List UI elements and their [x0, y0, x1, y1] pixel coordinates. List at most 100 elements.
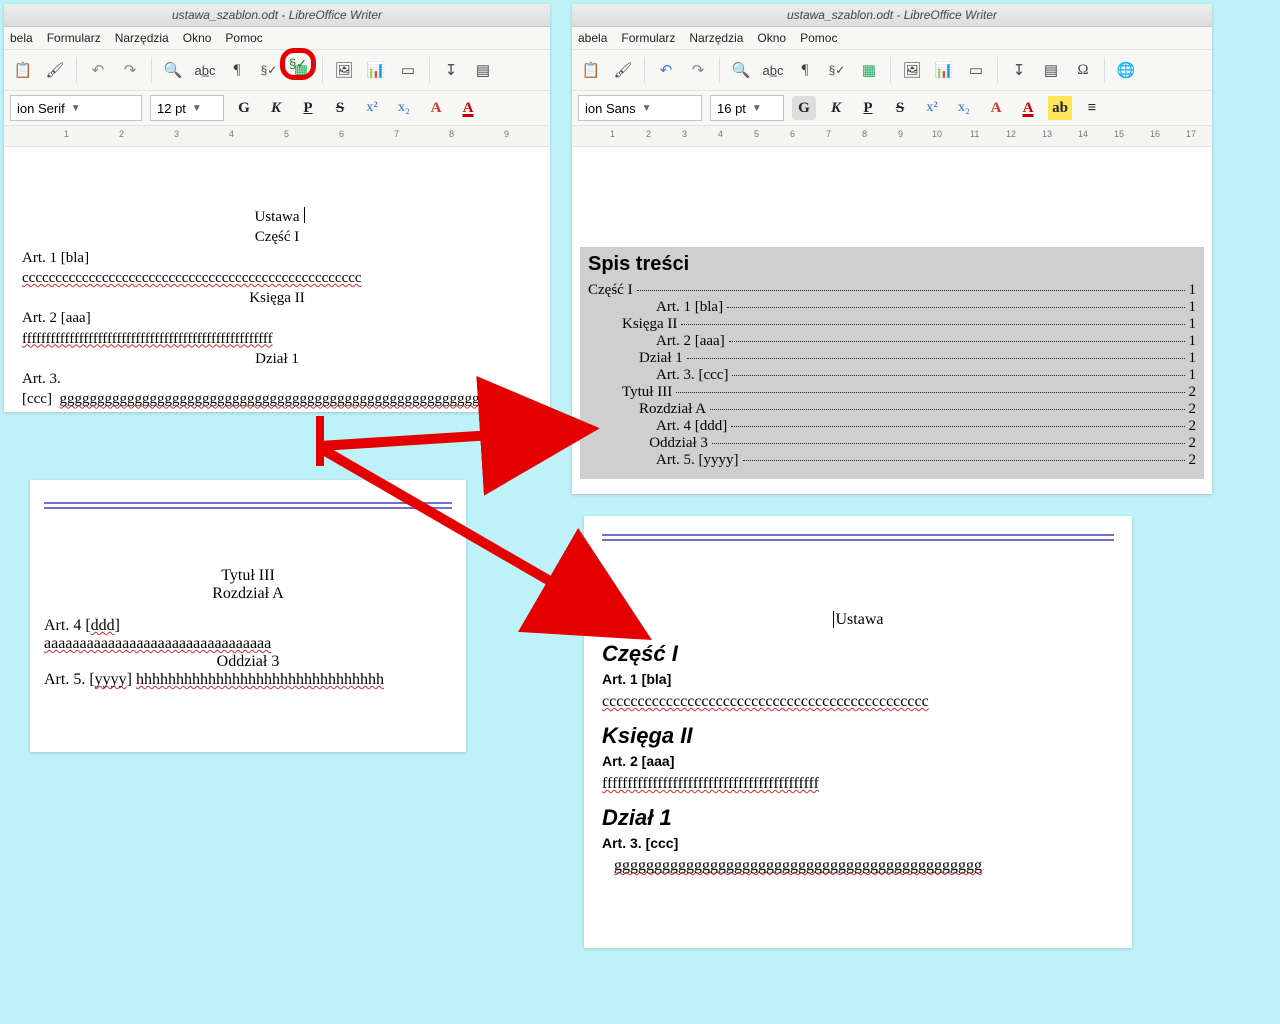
- header-divider: [44, 502, 452, 509]
- superscript-button[interactable]: x²: [920, 96, 944, 120]
- titlebar: ustawa_szablon.odt - LibreOffice Writer: [572, 4, 1212, 27]
- toc-row: Oddział 32: [588, 435, 1196, 452]
- format-paint-icon[interactable]: 🖌: [610, 57, 636, 83]
- subscript-button[interactable]: x₂: [952, 96, 976, 120]
- image-icon[interactable]: 🖼: [331, 57, 357, 83]
- legal-numbering-icon[interactable]: §✓: [256, 57, 282, 83]
- separator: [322, 57, 323, 83]
- doc-title: Ustawa: [602, 611, 1114, 629]
- body-text: aaaaaaaaaaaaaaaaaaaaaaaaaaaaaaaa: [44, 635, 452, 653]
- toc-row: Dział 11: [588, 350, 1196, 367]
- spellcheck-icon[interactable]: ab̲c: [192, 57, 218, 83]
- italic-button[interactable]: K: [264, 96, 288, 120]
- font-color-button[interactable]: A: [456, 96, 480, 120]
- toc-row: Art. 5. [yyyy]2: [588, 452, 1196, 469]
- toc-row: Część I1: [588, 282, 1196, 299]
- chart-icon[interactable]: 📊: [931, 57, 957, 83]
- undo-icon[interactable]: ↶: [653, 57, 679, 83]
- field-icon[interactable]: ▤: [470, 57, 496, 83]
- paste-icon[interactable]: 📋: [10, 57, 36, 83]
- cursor: [304, 207, 305, 223]
- pagebreak-icon[interactable]: ↧: [1006, 57, 1032, 83]
- toolbar-main: 📋 🖌 ↶ ↷ 🔍 ab̲c ¶ §✓ ▦ 🖼 📊 ▭ ↧ ▤ Ω 🌐: [572, 50, 1212, 91]
- toc-row: Rozdział A2: [588, 401, 1196, 418]
- body-text: ffffffffffffffffffffffffffffffffffffffff…: [22, 329, 532, 349]
- textbox-icon[interactable]: ▭: [395, 57, 421, 83]
- heading-art2: Art. 2 [aaa]: [22, 308, 532, 328]
- menu-item[interactable]: Okno: [183, 27, 212, 49]
- heading-art2: Art. 2 [aaa]: [602, 753, 1114, 769]
- heading-ksiega: Księga II: [22, 288, 532, 308]
- menu-item[interactable]: Narzędzia: [115, 27, 169, 49]
- align-button[interactable]: ≡: [1080, 96, 1104, 120]
- menu-item[interactable]: Narzędzia: [689, 27, 743, 49]
- redo-icon[interactable]: ↷: [685, 57, 711, 83]
- menu-item[interactable]: Formularz: [621, 27, 675, 49]
- heading-art4: Art. 4 [ddd]: [44, 617, 452, 635]
- heading-ksiega: Księga II: [602, 723, 1114, 749]
- formatting-marks-icon[interactable]: ¶: [224, 57, 250, 83]
- menu-item[interactable]: Formularz: [47, 27, 101, 49]
- redo-icon[interactable]: ↷: [117, 57, 143, 83]
- legal-numbering-icon[interactable]: §✓: [824, 57, 850, 83]
- table-icon[interactable]: ▦: [856, 57, 882, 83]
- strike-button[interactable]: S: [328, 96, 352, 120]
- toc-row: Art. 4 [ddd]2: [588, 418, 1196, 435]
- font-size-combo[interactable]: 16 pt ▼: [710, 95, 784, 121]
- image-icon[interactable]: 🖼: [899, 57, 925, 83]
- find-icon[interactable]: 🔍: [160, 57, 186, 83]
- hyperlink-icon[interactable]: 🌐: [1113, 57, 1139, 83]
- find-icon[interactable]: 🔍: [728, 57, 754, 83]
- spellcheck-icon[interactable]: ab̲c: [760, 57, 786, 83]
- separator: [1104, 57, 1105, 83]
- window-bottomleft: Tytuł III Rozdział A Art. 4 [ddd] aaaaaa…: [30, 480, 466, 752]
- menubar[interactable]: bela Formularz Narzędzia Okno Pomoc: [4, 27, 550, 50]
- ruler: 12 34 56 78 910 1112 1314 1516 17: [572, 126, 1212, 147]
- font-size-combo[interactable]: 12 pt ▼: [150, 95, 224, 121]
- toc-row: Art. 3. [ccc]1: [588, 367, 1196, 384]
- menu-item[interactable]: Pomoc: [225, 27, 262, 49]
- heading-czesc: Część I: [602, 641, 1114, 667]
- superscript-button[interactable]: x²: [360, 96, 384, 120]
- highlight-button[interactable]: ab: [1048, 96, 1072, 120]
- chart-icon[interactable]: 📊: [363, 57, 389, 83]
- clear-format-button[interactable]: A: [984, 96, 1008, 120]
- menu-item[interactable]: Okno: [757, 27, 786, 49]
- italic-button[interactable]: K: [824, 96, 848, 120]
- separator: [719, 57, 720, 83]
- strike-button[interactable]: S: [888, 96, 912, 120]
- document-page[interactable]: Spis treści Część I1Art. 1 [bla]1Księga …: [572, 147, 1212, 479]
- clear-format-button[interactable]: A: [424, 96, 448, 120]
- heading-rozdzial: Rozdział A: [44, 585, 452, 603]
- textbox-icon[interactable]: ▭: [963, 57, 989, 83]
- underline-button[interactable]: P: [296, 96, 320, 120]
- font-name-combo[interactable]: ion Serif ▼: [10, 95, 142, 121]
- menu-item[interactable]: bela: [10, 27, 33, 49]
- font-color-button[interactable]: A: [1016, 96, 1040, 120]
- bold-button[interactable]: G: [232, 96, 256, 120]
- separator: [429, 57, 430, 83]
- format-paint-icon[interactable]: 🖌: [42, 57, 68, 83]
- subscript-button[interactable]: x₂: [392, 96, 416, 120]
- heading-art3: Art. 3. [ccc]: [602, 835, 1114, 851]
- document-page[interactable]: Ustawa Część I Art. 1 [bla] cccccccccccc…: [4, 147, 550, 412]
- field-icon[interactable]: ▤: [1038, 57, 1064, 83]
- bold-button[interactable]: G: [792, 96, 816, 120]
- ruler: 12 34 56 78 9: [4, 126, 550, 147]
- pagebreak-icon[interactable]: ↧: [438, 57, 464, 83]
- heading-art1: Art. 1 [bla]: [22, 248, 532, 268]
- underline-button[interactable]: P: [856, 96, 880, 120]
- formatting-marks-icon[interactable]: ¶: [792, 57, 818, 83]
- paste-icon[interactable]: 📋: [578, 57, 604, 83]
- font-name-combo[interactable]: ion Sans ▼: [578, 95, 702, 121]
- menu-item[interactable]: abela: [578, 27, 607, 49]
- menubar[interactable]: abela Formularz Narzędzia Okno Pomoc: [572, 27, 1212, 50]
- window-bottomright: Ustawa Część I Art. 1 [bla] cccccccccccc…: [584, 516, 1132, 948]
- special-char-icon[interactable]: Ω: [1070, 57, 1096, 83]
- heading-tytul: Tytuł III: [44, 567, 452, 585]
- undo-icon[interactable]: ↶: [85, 57, 111, 83]
- heading-art5: Art. 5. [yyyy] hhhhhhhhhhhhhhhhhhhhhhhhh…: [44, 671, 452, 689]
- menu-item[interactable]: Pomoc: [800, 27, 837, 49]
- separator: [997, 57, 998, 83]
- titlebar: ustawa_szablon.odt - LibreOffice Writer: [4, 4, 550, 27]
